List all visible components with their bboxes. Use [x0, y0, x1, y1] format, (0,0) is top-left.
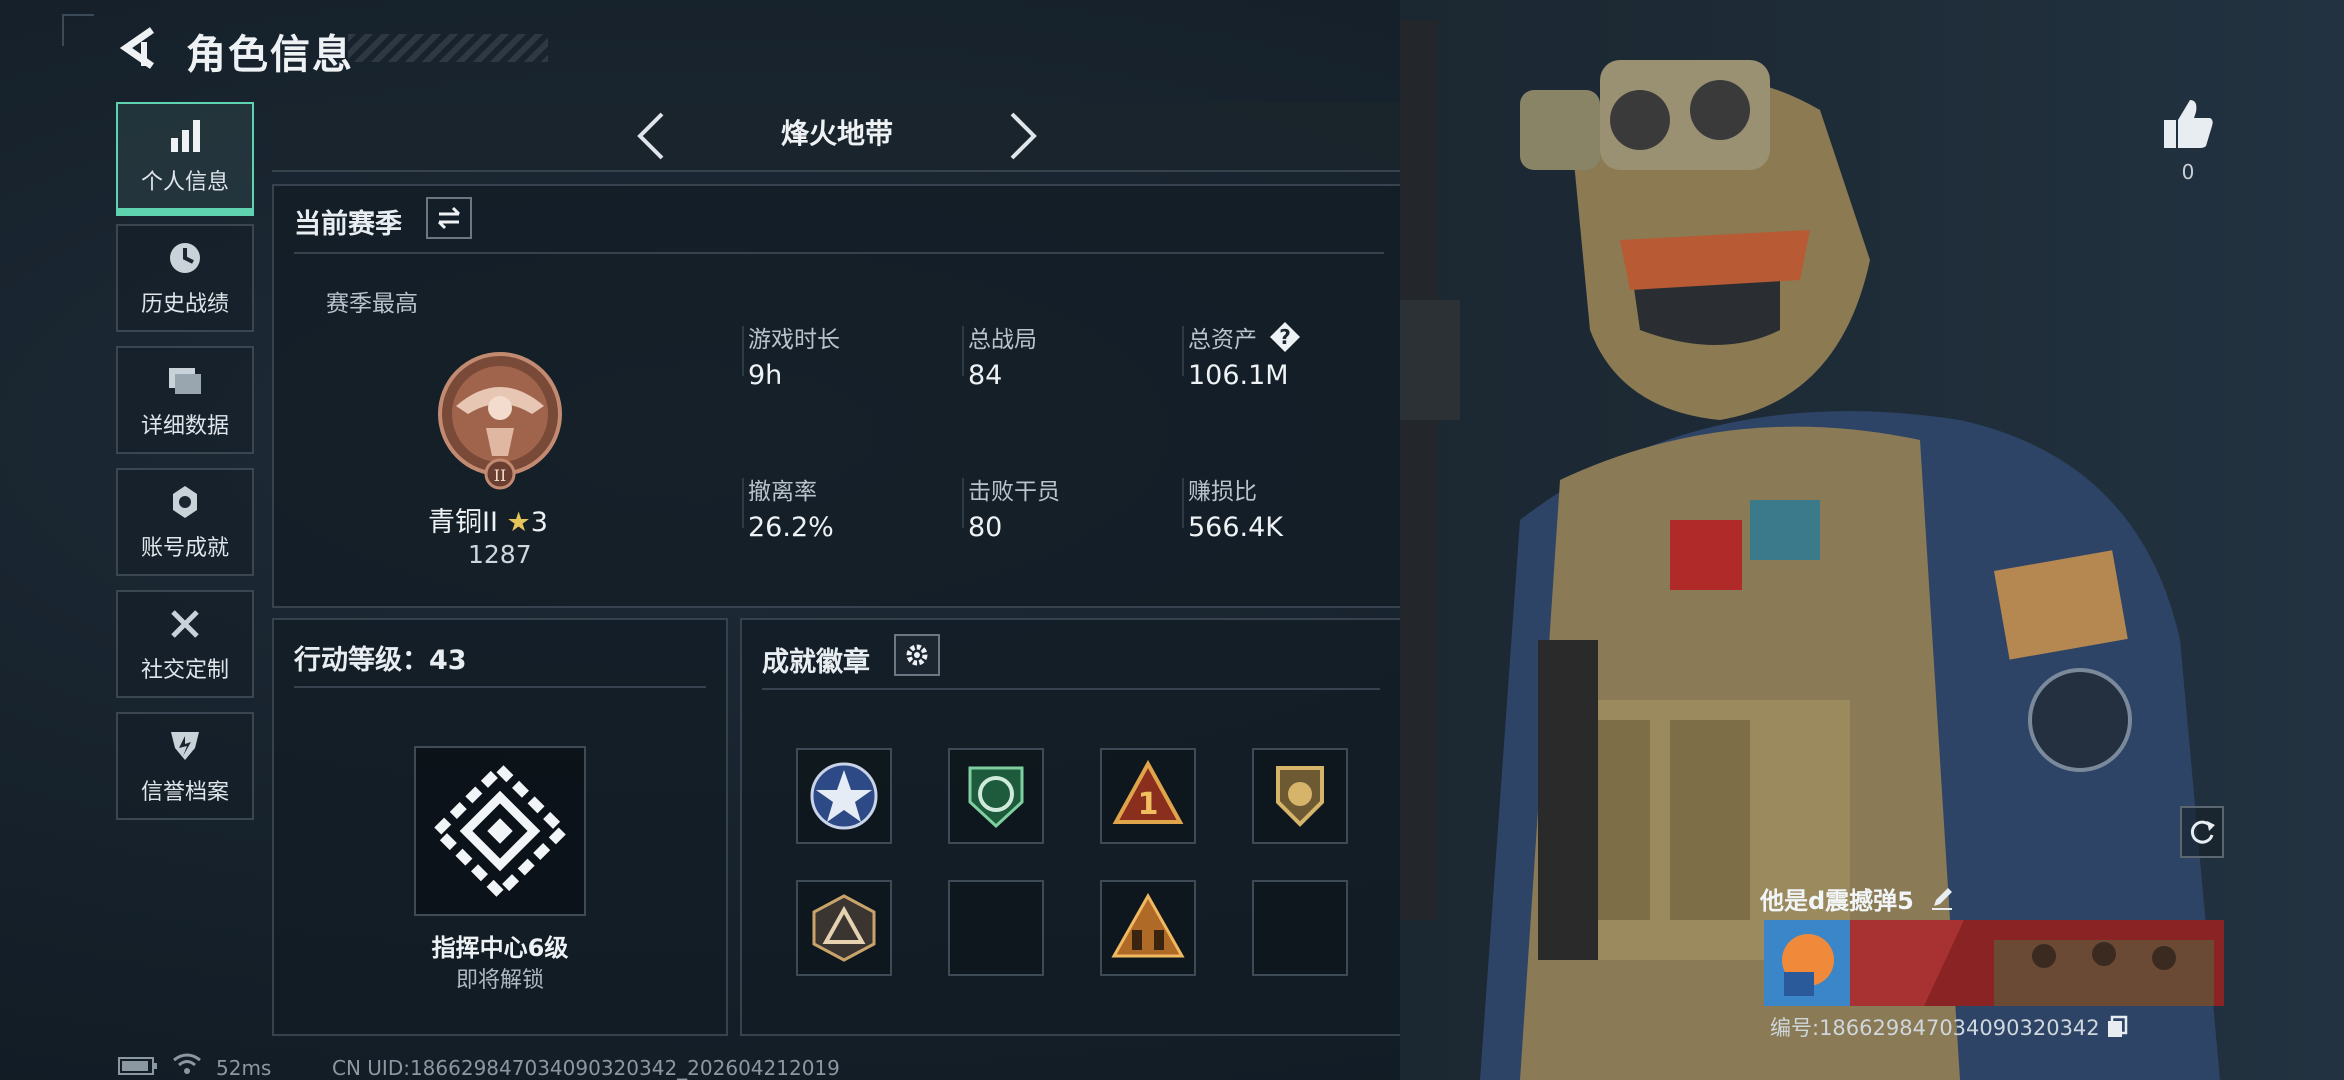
svg-text:1: 1 — [1138, 787, 1159, 822]
rank-stars: 3 — [530, 507, 548, 538]
stat-label-total-assets: 总资产 — [1188, 327, 1257, 353]
command-center-icon — [430, 761, 570, 901]
stat-label-total-matches: 总战局 — [968, 327, 1037, 353]
stat-label-play-time: 游戏时长 — [748, 327, 840, 353]
achievement-slot-3[interactable]: 1 — [1100, 748, 1196, 844]
number-one-badge-icon: 1 — [1112, 759, 1184, 824]
player-id: 编号:18662984703409032034​2 — [1770, 1016, 2100, 1040]
achievement-slot-4[interactable] — [1252, 748, 1348, 844]
sidebar-item-history[interactable]: 历史战绩 — [116, 224, 254, 332]
bronze-rank-medal-icon: II — [438, 352, 562, 490]
stat-value-total-assets: 106.1M — [1188, 360, 1289, 391]
refresh-icon — [2190, 820, 2215, 844]
achievements-divider — [762, 688, 1380, 690]
swap-icon — [437, 206, 461, 230]
player-id-row: 编号:18662984703409032034​2 — [1770, 1012, 2128, 1042]
stat-label-profit-ratio: 赚损比 — [1188, 479, 1257, 505]
sidebar-item-social[interactable]: 社交定制 — [116, 590, 254, 698]
achievement-slot-8-empty[interactable] — [1252, 880, 1348, 976]
stat-value-play-time: 9h — [748, 360, 783, 391]
sidebar-item-achievements[interactable]: 账号成就 — [116, 468, 254, 576]
shield-green-badge-icon — [968, 766, 1024, 829]
sidebar-item-label: 详细数据 — [140, 414, 229, 439]
sidebar-item-label: 个人信息 — [140, 170, 229, 195]
title-decoration — [348, 34, 548, 62]
stat-separator — [742, 326, 744, 376]
folder-icon — [169, 368, 201, 394]
copy-icon[interactable] — [2106, 1015, 2128, 1039]
star-icon: ★ — [506, 507, 531, 538]
season-switch-button[interactable] — [426, 197, 472, 239]
achievement-slot-6-empty[interactable] — [948, 880, 1044, 976]
rank-name: 青铜II — [428, 507, 498, 538]
season-title: 当前赛季 — [294, 209, 402, 240]
stat-value-profit-ratio: 566.4K — [1188, 512, 1284, 543]
sidebar-item-label: 账号成就 — [140, 536, 229, 561]
stat-separator — [962, 478, 964, 528]
player-banner-image — [1764, 920, 2224, 1006]
star-badge-icon — [810, 762, 878, 830]
action-level-divider — [294, 686, 706, 688]
medal-icon — [173, 486, 197, 518]
page-title: 角色信息 — [186, 32, 354, 78]
tools-icon — [171, 610, 199, 638]
battery-icon — [118, 1057, 157, 1075]
shield-icon — [171, 732, 199, 760]
achievement-slot-7[interactable] — [1100, 880, 1196, 976]
rank-line: 青铜II ★3 — [428, 500, 574, 539]
gold-shield-badge-icon — [1276, 766, 1324, 827]
stat-label-operators-defeated: 击败干员 — [968, 479, 1060, 505]
triangle-badge-icon — [812, 894, 876, 962]
command-center-badge[interactable] — [414, 746, 586, 916]
sidebar-item-detailed-data[interactable]: 详细数据 — [116, 346, 254, 454]
thumbs-up-icon[interactable] — [2160, 96, 2216, 152]
gear-icon — [906, 644, 928, 666]
like-count: 0 — [2181, 160, 2195, 184]
achievements-settings-button[interactable] — [894, 634, 940, 676]
edit-pencil-icon[interactable] — [1928, 884, 1956, 912]
stat-separator — [1182, 478, 1184, 528]
achievement-slot-5[interactable] — [796, 880, 892, 976]
sidebar-item-label: 历史战绩 — [140, 292, 229, 317]
clock-icon — [170, 243, 200, 273]
status-bar: 52ms CN UID:186629847034090320342_202604… — [0, 1050, 2344, 1080]
achievement-slot-1[interactable] — [796, 748, 892, 844]
rank-score: 1287 — [468, 540, 532, 569]
stat-separator — [962, 326, 964, 376]
stat-value-total-matches: 84 — [968, 360, 1003, 391]
stat-value-extraction-rate: 26.2% — [748, 512, 834, 543]
command-center-status: 即将解锁 — [455, 968, 544, 993]
uid-value: CN UID:186629847034090320342_20260421201… — [332, 1056, 840, 1080]
stat-separator — [1182, 326, 1184, 376]
sidebar-item-label: 社交定制 — [140, 658, 229, 683]
soldiers-badge-icon — [1111, 892, 1185, 958]
next-mode-arrow-icon[interactable] — [1006, 110, 1040, 162]
action-level-title: 行动等级：43 — [294, 645, 467, 676]
sidebar-item-reputation[interactable]: 信誉档案 — [116, 712, 254, 820]
command-center-label: 指挥中心6级 — [431, 934, 569, 962]
back-arrow-icon[interactable] — [118, 26, 162, 70]
season-divider — [294, 252, 1384, 254]
stat-label-extraction-rate: 撤离率 — [748, 479, 817, 505]
svg-text:II: II — [494, 466, 507, 485]
corner-decoration — [62, 14, 94, 46]
wifi-icon — [173, 1053, 201, 1074]
stat-value-operators-defeated: 80 — [968, 512, 1003, 543]
stat-separator — [742, 478, 744, 528]
sidebar-item-label: 信誉档案 — [140, 780, 229, 805]
player-name: 他是d震撼弹5 — [1760, 886, 1914, 915]
season-best-label: 赛季最高 — [326, 291, 418, 317]
refresh-button[interactable] — [2180, 806, 2224, 858]
ping-value: 52ms — [216, 1056, 272, 1080]
achievements-title: 成就徽章 — [762, 647, 870, 678]
player-name-card: 他是d震撼弹5 — [1760, 878, 2224, 918]
achievement-slot-2[interactable] — [948, 748, 1044, 844]
